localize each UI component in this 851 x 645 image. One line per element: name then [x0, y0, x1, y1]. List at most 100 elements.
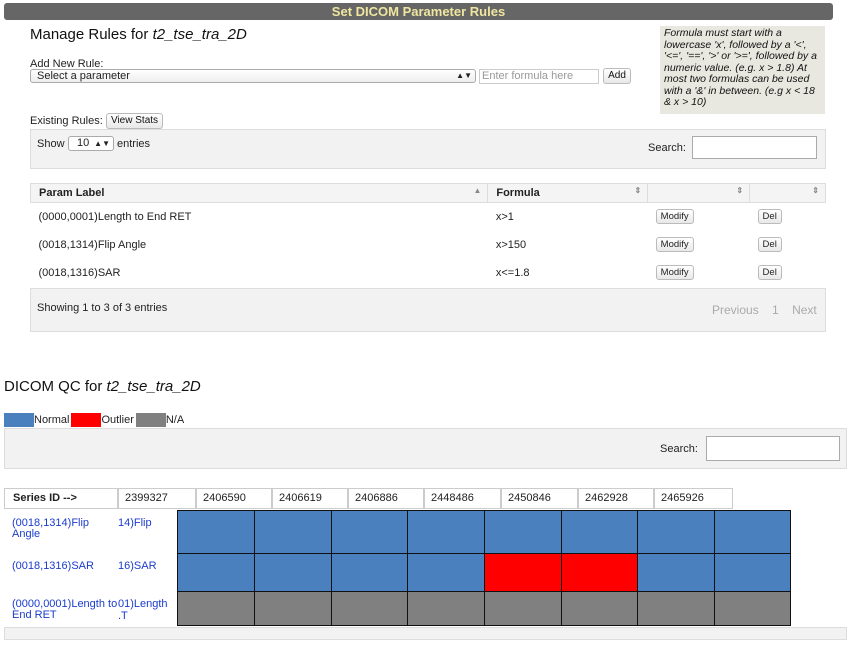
entries-label: entries: [117, 138, 151, 150]
table-row: (0000,0001)Length to End RET x>1 Modify …: [31, 203, 826, 231]
column-header-formula[interactable]: Formula ⇕: [487, 183, 649, 203]
qc-search-input[interactable]: [706, 436, 840, 461]
qc-cell-na[interactable]: [714, 591, 791, 626]
manage-series-name: t2_tse_tra_2D: [152, 26, 247, 43]
series-id-header: Series ID -->: [4, 488, 118, 509]
series-id-cell[interactable]: 2450846: [501, 488, 578, 509]
rules-table: Param Label ▲ Formula ⇕ ⇕ ⇕ (0000,0001)Len…: [29, 183, 826, 287]
modify-button[interactable]: Modify: [655, 237, 694, 252]
qc-cell-normal[interactable]: [637, 553, 715, 592]
legend-label-normal: Normal: [34, 414, 70, 426]
qc-cell-normal[interactable]: [254, 553, 332, 592]
modify-button[interactable]: Modify: [655, 209, 694, 225]
page-length-value: 10: [77, 137, 90, 149]
qc-title: DICOM QC for t2_tse_tra_2D: [4, 378, 201, 395]
column-header-modify[interactable]: ⇕: [647, 183, 751, 203]
qc-cell-na[interactable]: [637, 591, 715, 626]
legend-label-na: N/A: [165, 414, 185, 426]
pagination-previous[interactable]: Previous: [712, 303, 759, 317]
series-id-cell[interactable]: 2399327: [118, 488, 196, 509]
row-label-scrolled[interactable]: 01)Length: [118, 599, 177, 610]
qc-cell-normal[interactable]: [714, 510, 791, 554]
series-id-cell[interactable]: 2406590: [196, 488, 272, 509]
qc-cell-na[interactable]: [561, 591, 638, 626]
qc-cell-normal[interactable]: [484, 510, 562, 554]
qc-cell-na[interactable]: [484, 591, 562, 626]
formula-help-text: Formula must start with a lowercase 'x',…: [660, 26, 825, 114]
qc-cell-normal[interactable]: [331, 510, 408, 554]
series-id-cell[interactable]: 2465926: [654, 488, 733, 509]
row-label-scrolled[interactable]: 14)Flip: [118, 518, 177, 529]
rules-search-input[interactable]: [692, 136, 817, 159]
qc-cell-normal[interactable]: [714, 553, 791, 592]
rules-search-label: Search:: [648, 142, 686, 154]
legend-swatch-normal: [4, 413, 34, 427]
qc-cell-outlier[interactable]: [484, 553, 562, 592]
rule-formula: x>150: [495, 238, 527, 251]
parameter-select-value: Select a parameter: [37, 70, 130, 82]
formula-input[interactable]: Enter formula here: [479, 69, 599, 84]
rule-param-label: (0018,1314)Flip Angle: [38, 238, 147, 251]
sort-asc-icon: ▲: [473, 186, 482, 195]
row-param-label[interactable]: (0018,1316)SAR: [4, 553, 118, 591]
qc-cell-outlier[interactable]: [561, 553, 638, 592]
rule-formula: x<=1.8: [495, 266, 530, 279]
rule-param-label: (0000,0001)Length to End RET: [38, 210, 192, 223]
qc-search-label: Search:: [660, 443, 698, 455]
qc-cell-normal[interactable]: [561, 510, 638, 554]
table-row: (0018,1316)SAR x<=1.8 Modify Del: [31, 259, 826, 287]
column-header-text: Formula: [496, 187, 540, 199]
delete-button[interactable]: Del: [757, 237, 782, 252]
table-row: (0018,1314)Flip Angle x>150 Modify Del: [31, 231, 826, 259]
delete-button[interactable]: Del: [757, 209, 782, 225]
legend-swatch-na: [135, 413, 166, 427]
qc-cell-normal[interactable]: [254, 510, 332, 554]
legend-label-outlier: Outlier: [101, 414, 134, 426]
qc-cell-normal[interactable]: [637, 510, 715, 554]
series-id-cell[interactable]: 2448486: [424, 488, 501, 509]
select-arrows-icon: ▲▼: [456, 71, 472, 80]
qc-legend: Normal Outlier N/A: [4, 413, 186, 427]
sort-icon: ⇕: [634, 186, 642, 195]
page-title-bar: Set DICOM Parameter Rules: [4, 3, 833, 20]
qc-cell-normal[interactable]: [407, 510, 485, 554]
page-length-select[interactable]: 10 ▲▼: [68, 136, 114, 151]
table-info-text: Showing 1 to 3 of 3 entries: [37, 302, 168, 314]
rule-param-label: (0018,1316)SAR: [38, 266, 121, 279]
pagination-page[interactable]: 1: [772, 303, 779, 317]
existing-rules-label: Existing Rules:: [30, 115, 103, 127]
legend-swatch-outlier: [71, 413, 102, 427]
column-header-param-label[interactable]: Param Label ▲: [29, 183, 489, 203]
qc-cell-na[interactable]: [254, 591, 332, 626]
sort-icon: ⇕: [812, 186, 819, 195]
series-id-cell[interactable]: 2462928: [578, 488, 654, 509]
qc-series-name: t2_tse_tra_2D: [106, 378, 201, 395]
qc-cell-na[interactable]: [177, 591, 255, 626]
sort-icon: ⇕: [736, 186, 744, 195]
parameter-select[interactable]: Select a parameter ▲▼: [30, 69, 476, 83]
select-arrows-icon: ▲▼: [94, 139, 110, 148]
column-header-text: Param Label: [39, 187, 105, 199]
view-stats-button[interactable]: View Stats: [106, 113, 163, 129]
qc-cell-normal[interactable]: [331, 553, 408, 592]
rule-formula: x>1: [495, 210, 514, 223]
qc-cell-normal[interactable]: [407, 553, 485, 592]
show-label: Show: [37, 138, 65, 150]
qc-cell-normal[interactable]: [177, 553, 255, 592]
pagination-next[interactable]: Next: [792, 303, 817, 317]
delete-button[interactable]: Del: [757, 265, 782, 280]
modify-button[interactable]: Modify: [655, 265, 694, 280]
row-param-label[interactable]: (0000,0001)Length to End RET: [4, 591, 118, 625]
column-header-delete[interactable]: ⇕: [749, 183, 826, 203]
row-label-scrolled: .T: [118, 610, 128, 622]
qc-cell-na[interactable]: [331, 591, 408, 626]
series-id-cell[interactable]: 2406619: [272, 488, 348, 509]
qc-cell-na[interactable]: [407, 591, 485, 626]
row-param-label[interactable]: (0018,1314)Flip Angle: [4, 510, 118, 553]
row-label-scrolled[interactable]: 16)SAR: [118, 561, 177, 572]
qc-cell-normal[interactable]: [177, 510, 255, 554]
add-rule-button[interactable]: Add: [603, 68, 631, 84]
series-id-cell[interactable]: 2406886: [348, 488, 424, 509]
horizontal-scrollbar[interactable]: [4, 627, 847, 640]
pagination: Previous 1 Next: [712, 303, 827, 317]
